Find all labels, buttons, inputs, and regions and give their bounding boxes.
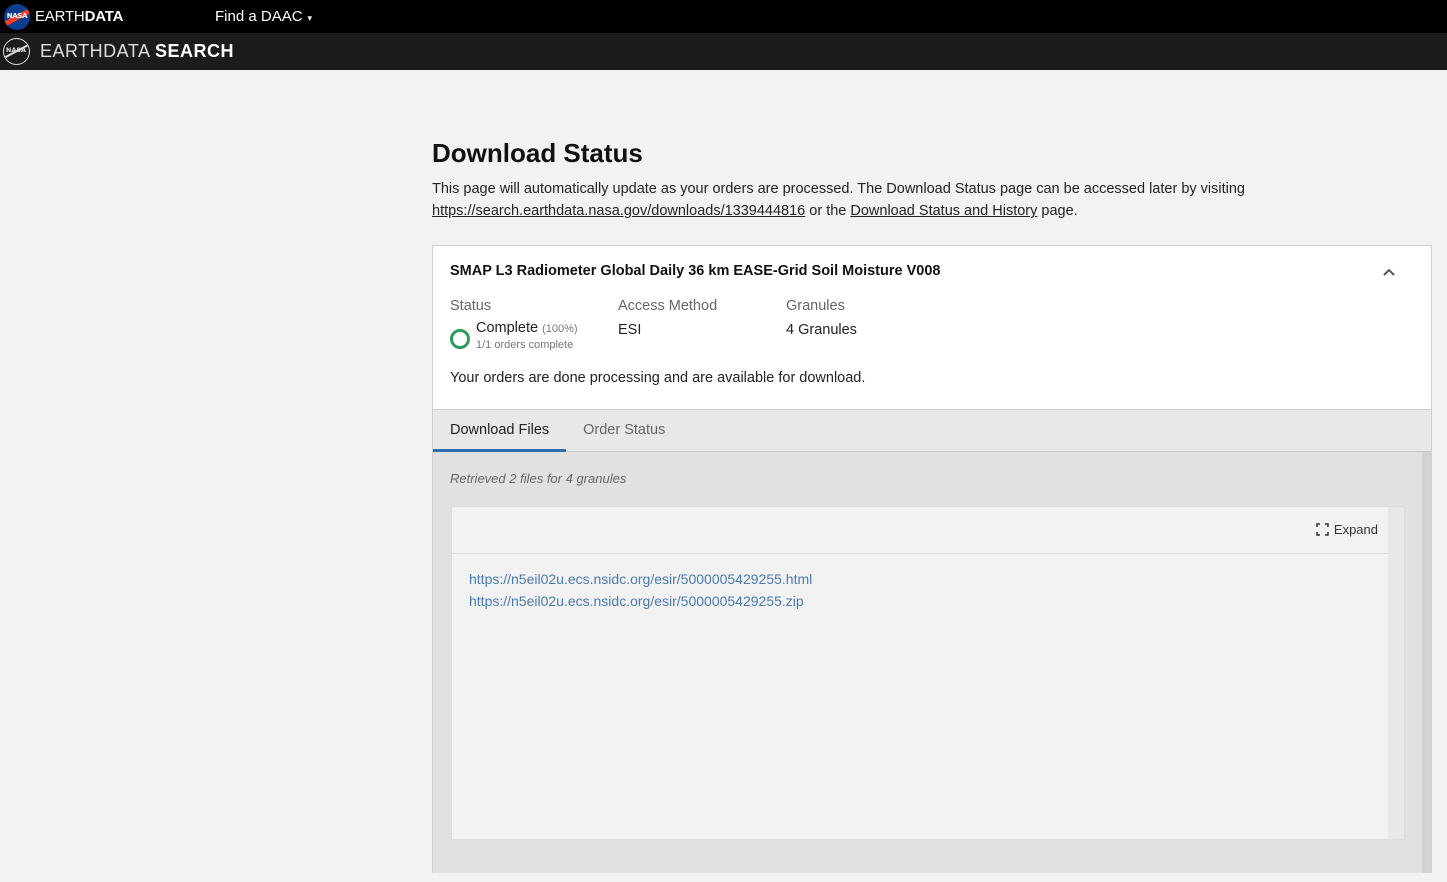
order-tabs-area: Download Files Order Status Retrieved 2 … <box>433 409 1431 873</box>
granules-label: Granules <box>786 298 845 314</box>
granules-value: 4 Granules <box>786 322 857 338</box>
granules-column: Granules 4 Granules <box>786 298 954 351</box>
page-content: Download Status This page will automatic… <box>432 136 1432 222</box>
intro-text: This page will automatically update as y… <box>432 181 1245 219</box>
app-header: NASA EARTHDATA SEARCH <box>0 33 1447 70</box>
find-a-daac-label: Find a DAAC <box>215 8 303 25</box>
collapse-button[interactable] <box>1379 262 1399 282</box>
status-orders-complete: 1/1 orders complete <box>476 339 574 351</box>
status-percent: (100%) <box>542 323 578 335</box>
expand-label: Expand <box>1333 522 1378 537</box>
earthdata-top-bar: NASA EARTHDATA Find a DAAC ▾ <box>0 0 1447 33</box>
tab-order-status[interactable]: Order Status <box>566 410 682 452</box>
order-meta: Status Complete (100%) 1/1 orders comple… <box>450 298 1414 351</box>
access-method-value: ESI <box>618 322 642 338</box>
download-permalink[interactable]: https://search.earthdata.nasa.gov/downlo… <box>432 203 805 219</box>
order-card-header: SMAP L3 Radiometer Global Daily 36 km EA… <box>433 246 1431 409</box>
access-method-label: Access Method <box>618 298 718 314</box>
download-links-toolbar: Expand <box>452 507 1396 554</box>
expand-icon <box>1316 523 1329 536</box>
download-links-list: https://n5eil02u.ecs.nsidc.org/esir/5000… <box>452 554 1404 626</box>
order-tabs: Download Files Order Status <box>433 409 1431 452</box>
links-scrollbar[interactable] <box>1388 507 1404 839</box>
status-complete-icon <box>450 329 470 349</box>
panel-scrollbar[interactable] <box>1422 452 1431 873</box>
nasa-logo-icon: NASA <box>4 3 30 30</box>
nasa-logo-icon[interactable]: NASA <box>3 38 30 65</box>
access-method-column: Access Method ESI <box>618 298 786 351</box>
earthdata-brand-text: EARTHDATA <box>35 8 124 25</box>
chevron-up-icon <box>1383 268 1395 276</box>
page-title: Download Status <box>432 138 643 168</box>
retrieved-files-summary: Retrieved 2 files for 4 granules <box>450 471 627 486</box>
tab-download-files[interactable]: Download Files <box>433 410 567 452</box>
earthdata-brand-link[interactable]: NASA EARTHDATA <box>0 0 123 33</box>
order-done-message: Your orders are done processing and are … <box>450 370 866 386</box>
status-value: Complete (100%) <box>476 320 578 336</box>
caret-down-icon: ▾ <box>307 12 313 23</box>
collection-title: SMAP L3 Radiometer Global Daily 36 km EA… <box>450 263 941 279</box>
download-history-link[interactable]: Download Status and History <box>850 203 1037 219</box>
status-column: Status Complete (100%) 1/1 orders comple… <box>450 298 618 351</box>
download-files-panel: Retrieved 2 files for 4 granules Expand … <box>433 452 1422 873</box>
status-label: Status <box>450 298 492 314</box>
app-title-link[interactable]: EARTHDATA SEARCH <box>40 41 234 62</box>
download-links-box: Expand https://n5eil02u.ecs.nsidc.org/es… <box>451 506 1405 840</box>
download-link[interactable]: https://n5eil02u.ecs.nsidc.org/esir/5000… <box>469 590 1387 612</box>
expand-button[interactable]: Expand <box>1316 522 1378 537</box>
download-link[interactable]: https://n5eil02u.ecs.nsidc.org/esir/5000… <box>469 568 1387 590</box>
find-a-daac-menu[interactable]: Find a DAAC ▾ <box>215 0 312 33</box>
order-card: SMAP L3 Radiometer Global Daily 36 km EA… <box>432 245 1432 873</box>
